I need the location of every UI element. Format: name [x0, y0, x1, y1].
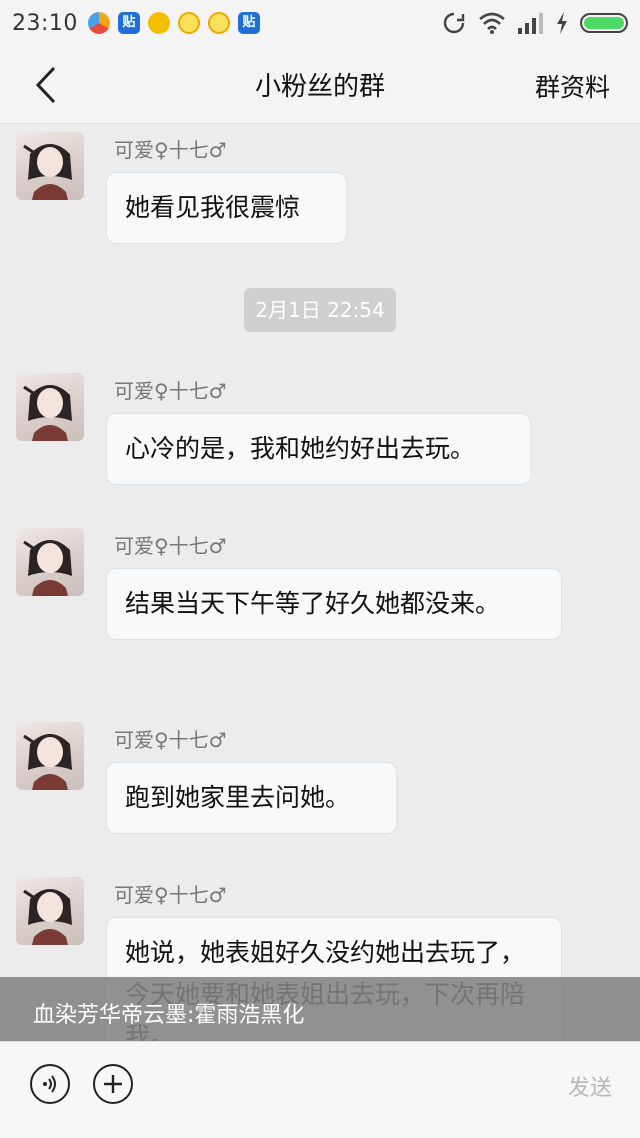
message-bubble[interactable]: 心冷的是，我和她约好出去玩。 [106, 413, 531, 485]
message-bubble[interactable]: 跑到她家里去问她。 [106, 762, 397, 834]
message-timestamp: 2月1日 22:54 [244, 288, 396, 332]
qq-notification-icon [177, 12, 200, 34]
app-notification-icon [147, 12, 170, 34]
overlay-caption: 血染芳华帝云墨:霍雨浩黑化 [0, 977, 640, 1041]
send-button[interactable]: 发送 [568, 1070, 612, 1102]
sender-name: 可爱♀十七♂ [114, 883, 227, 907]
sender-name: 可爱♀十七♂ [114, 138, 227, 162]
back-icon[interactable] [32, 64, 62, 106]
chat-area[interactable]: 可爱♀十七♂ 她看见我很震惊 2月1日 22:54 可爱♀十七♂ 心冷的是，我和… [0, 124, 640, 1042]
status-time: 23:10 [12, 10, 78, 36]
status-bar: 23:10 贴 贴 [0, 0, 640, 46]
battery-icon [580, 13, 628, 33]
group-info-button[interactable]: 群资料 [535, 68, 610, 104]
message-bubble[interactable]: 她看见我很震惊 [106, 172, 347, 244]
page-title: 小粉丝的群 [254, 72, 385, 102]
avatar[interactable] [16, 373, 84, 441]
avatar[interactable] [16, 722, 84, 790]
avatar[interactable] [16, 528, 84, 596]
sync-icon [443, 12, 465, 34]
app-notification-icon [87, 12, 110, 34]
tieba-notification-icon: 贴 [237, 12, 260, 34]
sender-name: 可爱♀十七♂ [114, 379, 227, 403]
system-icons [442, 11, 628, 35]
charging-icon [557, 12, 567, 34]
message-bubble[interactable]: 结果当天下午等了好久她都没来。 [106, 568, 562, 640]
voice-icon [43, 1075, 56, 1093]
nav-bar: 小粉丝的群 群资料 [0, 46, 640, 124]
input-bar: 发送 [0, 1041, 640, 1138]
avatar[interactable] [16, 132, 84, 200]
tieba-notification-icon: 贴 [117, 12, 140, 34]
voice-input-button[interactable] [30, 1064, 70, 1104]
qq-notification-icon [207, 12, 230, 34]
sender-name: 可爱♀十七♂ [114, 534, 227, 558]
more-options-button[interactable] [93, 1064, 133, 1104]
sender-name: 可爱♀十七♂ [114, 728, 227, 752]
plus-icon [104, 1075, 122, 1093]
signal-icon [518, 13, 543, 34]
wifi-icon [479, 12, 505, 34]
avatar[interactable] [16, 877, 84, 945]
notification-icons: 贴 贴 [87, 12, 260, 34]
